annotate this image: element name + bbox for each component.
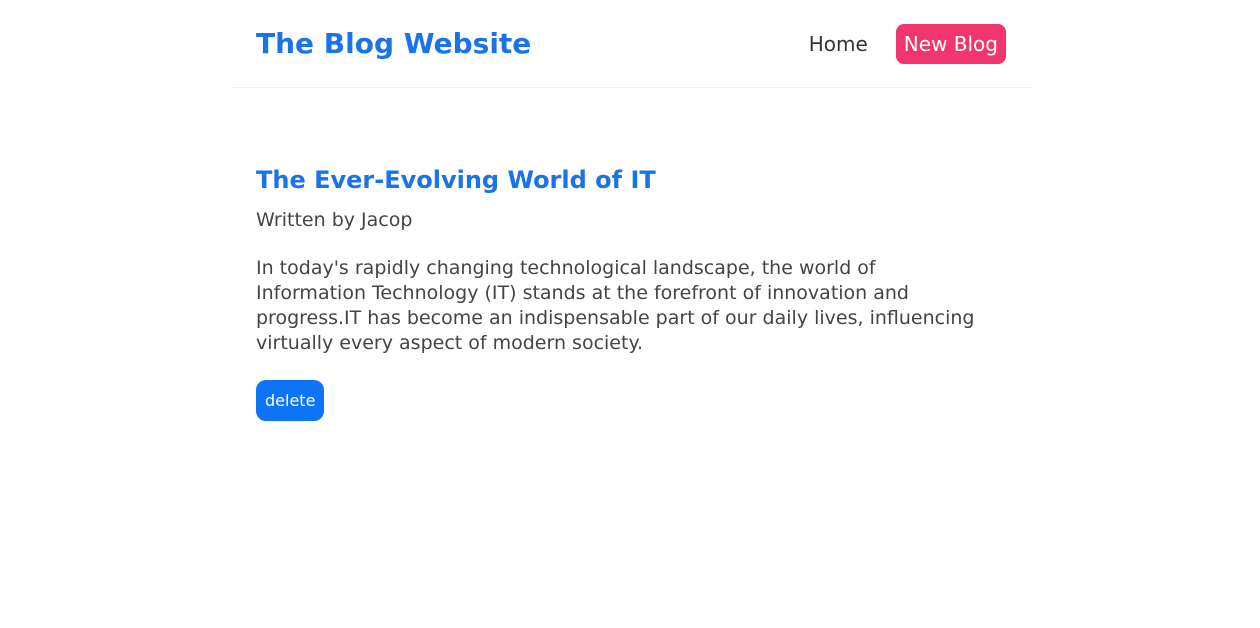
blog-title: The Ever-Evolving World of IT xyxy=(256,166,656,194)
site-title: The Blog Website xyxy=(256,27,532,60)
blog-details: The Ever-Evolving World of IT Written by… xyxy=(256,160,986,421)
nav-links: Home New Blog xyxy=(809,24,1006,64)
navbar: The Blog Website Home New Blog xyxy=(232,0,1032,88)
delete-button[interactable]: delete xyxy=(256,380,325,421)
new-blog-button[interactable]: New Blog xyxy=(895,24,1006,64)
nav-home-link[interactable]: Home xyxy=(809,24,868,64)
blog-author: Written by Jacop xyxy=(256,209,413,231)
blog-body: In today's rapidly changing technologica… xyxy=(256,257,975,354)
blog-article: The Ever-Evolving World of IT Written by… xyxy=(256,160,986,421)
